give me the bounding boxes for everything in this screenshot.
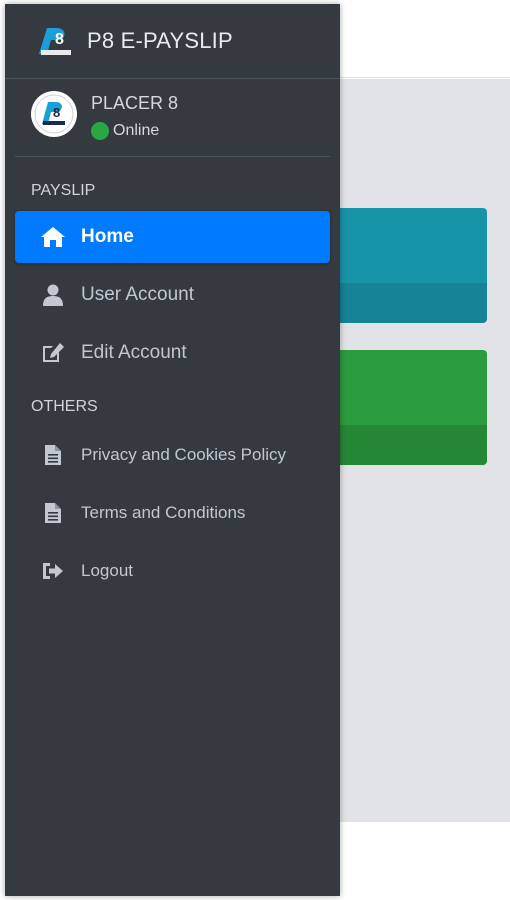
- nav-item-label: Privacy and Cookies Policy: [81, 445, 287, 464]
- nav-item-label: Logout: [81, 561, 133, 580]
- main-footer: [340, 821, 510, 900]
- sidebar: 8 P8 E-PAYSLIP 8 PLACER 8 Online PAYSLIP: [5, 4, 340, 896]
- nav-item-label: Terms and Conditions: [81, 503, 246, 522]
- info-box-green-footer[interactable]: [330, 425, 487, 465]
- info-box-teal-body: [330, 208, 487, 283]
- main-header: [340, 0, 510, 78]
- user-status-label: Online: [113, 122, 160, 139]
- online-status-icon: [91, 122, 109, 140]
- info-box-green-body: [330, 350, 487, 425]
- user-panel: 8 PLACER 8 Online: [15, 79, 330, 157]
- brand-title: P8 E-PAYSLIP: [87, 28, 233, 53]
- brand-logo: 8: [35, 24, 77, 58]
- home-icon: [39, 224, 67, 250]
- nav-item-home[interactable]: Home: [15, 211, 330, 263]
- nav-item-label: Edit Account: [81, 342, 187, 363]
- svg-text:8: 8: [55, 31, 64, 48]
- nav-header-others: OTHERS: [31, 398, 98, 415]
- brand-link[interactable]: 8 P8 E-PAYSLIP: [5, 4, 340, 79]
- user-icon: [39, 282, 67, 308]
- file-icon: [39, 442, 67, 468]
- nav-item-label: User Account: [81, 284, 194, 305]
- svg-text:8: 8: [53, 105, 60, 120]
- nav-item-label: Home: [81, 226, 134, 247]
- nav-item-logout[interactable]: Logout: [15, 545, 330, 597]
- file-icon: [39, 500, 67, 526]
- info-box-teal[interactable]: [330, 208, 487, 323]
- user-status: Online: [91, 122, 159, 140]
- avatar[interactable]: 8: [31, 91, 77, 137]
- nav-header-payslip: PAYSLIP: [31, 182, 96, 199]
- info-box-green[interactable]: [330, 350, 487, 465]
- info-box-teal-footer[interactable]: [330, 283, 487, 323]
- sign-out-icon: [39, 558, 67, 584]
- edit-icon: [39, 340, 67, 366]
- nav-item-privacy-policy[interactable]: Privacy and Cookies Policy: [15, 429, 330, 481]
- user-name[interactable]: PLACER 8: [91, 93, 178, 114]
- nav-item-terms-conditions[interactable]: Terms and Conditions: [15, 487, 330, 539]
- nav-item-edit-account[interactable]: Edit Account: [15, 327, 330, 379]
- nav-item-user-account[interactable]: User Account: [15, 269, 330, 321]
